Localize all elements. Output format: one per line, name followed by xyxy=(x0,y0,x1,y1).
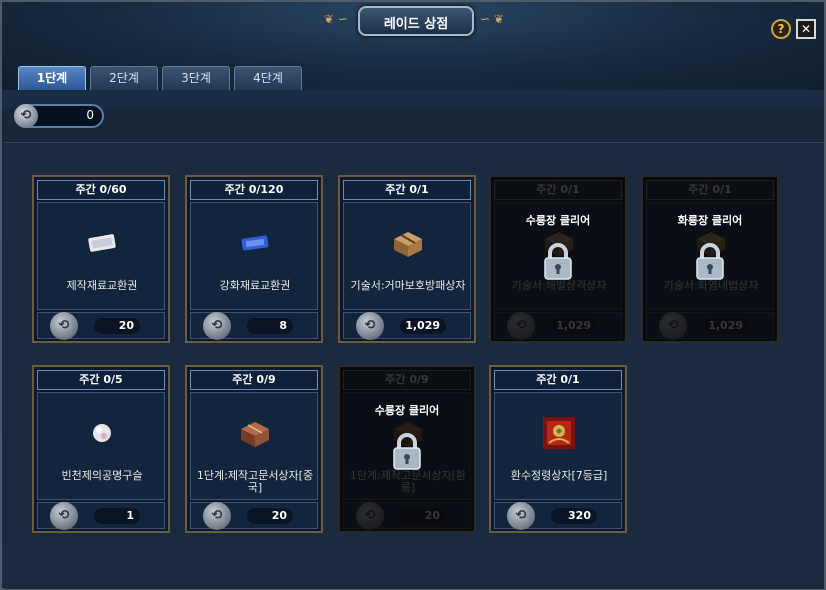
lock-overlay: 수룡장 클리어 xyxy=(491,177,625,341)
title-ornament-left-icon: ❦ ∽ xyxy=(324,12,348,26)
item-name: 환수정령상자[7등급] xyxy=(510,469,608,482)
lock-icon xyxy=(393,433,421,470)
weekly-limit: 주간 0/1 xyxy=(343,180,471,200)
shop-item-card[interactable]: 주간 0/120 강화재료교환권 ⟲ 8 xyxy=(185,175,323,343)
item-price: 20 xyxy=(94,318,140,334)
lock-overlay: 화룡장 클리어 xyxy=(643,177,777,341)
weekly-limit: 주간 0/5 xyxy=(37,370,165,390)
price-bar: ⟲ 1 xyxy=(37,502,165,530)
shop-item-card[interactable]: 주간 0/1 환수정령상자[7등급] ⟲ 320 xyxy=(489,365,627,533)
raid-coin-icon: ⟲ xyxy=(203,312,231,340)
white-orb-icon xyxy=(93,424,111,442)
lock-icon xyxy=(544,243,572,280)
tab-stage-4[interactable]: 4단계 xyxy=(234,66,302,90)
tab-stage-3[interactable]: 3단계 xyxy=(162,66,230,90)
currency-display: ⟲ 0 xyxy=(14,104,104,128)
shop-item-card[interactable]: 주간 0/5 빈천제의공명구슬 ⟲ 1 xyxy=(32,365,170,533)
shop-item-card[interactable]: 주간 0/1 기술서:거마보호방패상자 ⟲ 1,029 xyxy=(338,175,476,343)
shop-item-card[interactable]: 주간 0/60 제작재료교환권 ⟲ 20 xyxy=(32,175,170,343)
item-price: 1 xyxy=(94,508,140,524)
title-frame: 레이드 상점 xyxy=(358,6,474,36)
shop-item-card-locked: 주간 0/1 기술서:해벌상격상자 ⟲ 1,029 수룡장 클리어 xyxy=(489,175,627,343)
weekly-limit: 주간 0/1 xyxy=(494,370,622,390)
tab-stage-2[interactable]: 2단계 xyxy=(90,66,158,90)
close-button[interactable]: ✕ xyxy=(796,19,816,39)
item-name: 1단계:제작고문서상자[중국] xyxy=(196,469,314,494)
raid-coin-icon: ⟲ xyxy=(356,312,384,340)
window-title: 레이드 상점 xyxy=(383,17,449,32)
item-slot: 제작재료교환권 xyxy=(37,202,165,310)
shop-item-card[interactable]: 주간 0/9 1단계:제작고문서상자[중국] ⟲ 20 xyxy=(185,365,323,533)
raid-coin-icon: ⟲ xyxy=(507,502,535,530)
item-slot: 1단계:제작고문서상자[중국] xyxy=(190,392,318,500)
item-name: 빈천제의공명구슬 xyxy=(61,469,143,482)
item-price: 1,029 xyxy=(400,318,446,334)
item-name: 강화재료교환권 xyxy=(219,279,291,292)
raid-coin-icon: ⟲ xyxy=(50,502,78,530)
item-price: 8 xyxy=(247,318,293,334)
item-name: 기술서:거마보호방패상자 xyxy=(350,279,466,292)
unlock-requirement: 화룡장 클리어 xyxy=(677,214,743,227)
help-button[interactable]: ? xyxy=(771,19,791,39)
lock-icon xyxy=(696,243,724,280)
price-bar: ⟲ 8 xyxy=(190,312,318,340)
lock-overlay: 수룡장 클리어 xyxy=(340,367,474,531)
item-name: 제작재료교환권 xyxy=(66,279,138,292)
spirit-chest-icon xyxy=(543,417,575,449)
item-slot: 강화재료교환권 xyxy=(190,202,318,310)
weekly-limit: 주간 0/9 xyxy=(190,370,318,390)
raid-coin-icon: ⟲ xyxy=(14,104,38,128)
weekly-limit: 주간 0/60 xyxy=(37,180,165,200)
currency-amount: 0 xyxy=(86,108,94,122)
unlock-requirement: 수룡장 클리어 xyxy=(374,404,440,417)
shop-item-card-locked: 주간 0/9 1단계:제작고문서상자[환룡] ⟲ 20 수룡장 클리어 xyxy=(338,365,476,533)
unlock-requirement: 수룡장 클리어 xyxy=(525,214,591,227)
item-price: 20 xyxy=(247,508,293,524)
raid-coin-icon: ⟲ xyxy=(50,312,78,340)
shop-item-card-locked: 주간 0/1 기술서:화염내법상자 ⟲ 1,029 화룡장 클리어 xyxy=(641,175,779,343)
price-bar: ⟲ 1,029 xyxy=(343,312,471,340)
price-bar: ⟲ 20 xyxy=(190,502,318,530)
item-slot: 기술서:거마보호방패상자 xyxy=(343,202,471,310)
price-bar: ⟲ 320 xyxy=(494,502,622,530)
red-box-icon xyxy=(241,422,269,447)
raid-coin-icon: ⟲ xyxy=(203,502,231,530)
tab-stage-1[interactable]: 1단계 xyxy=(18,66,86,90)
title-plate: ❦ ∽ 레이드 상점 ∽ ❦ xyxy=(314,6,514,36)
supply-box-icon xyxy=(394,232,422,257)
title-ornament-right-icon: ∽ ❦ xyxy=(480,12,504,26)
item-slot: 빈천제의공명구슬 xyxy=(37,392,165,500)
item-slot: 환수정령상자[7등급] xyxy=(494,392,622,500)
item-price: 320 xyxy=(551,508,597,524)
blue-ticket-icon xyxy=(241,235,269,251)
weekly-limit: 주간 0/120 xyxy=(190,180,318,200)
price-bar: ⟲ 20 xyxy=(37,312,165,340)
white-ticket-icon xyxy=(88,234,116,252)
